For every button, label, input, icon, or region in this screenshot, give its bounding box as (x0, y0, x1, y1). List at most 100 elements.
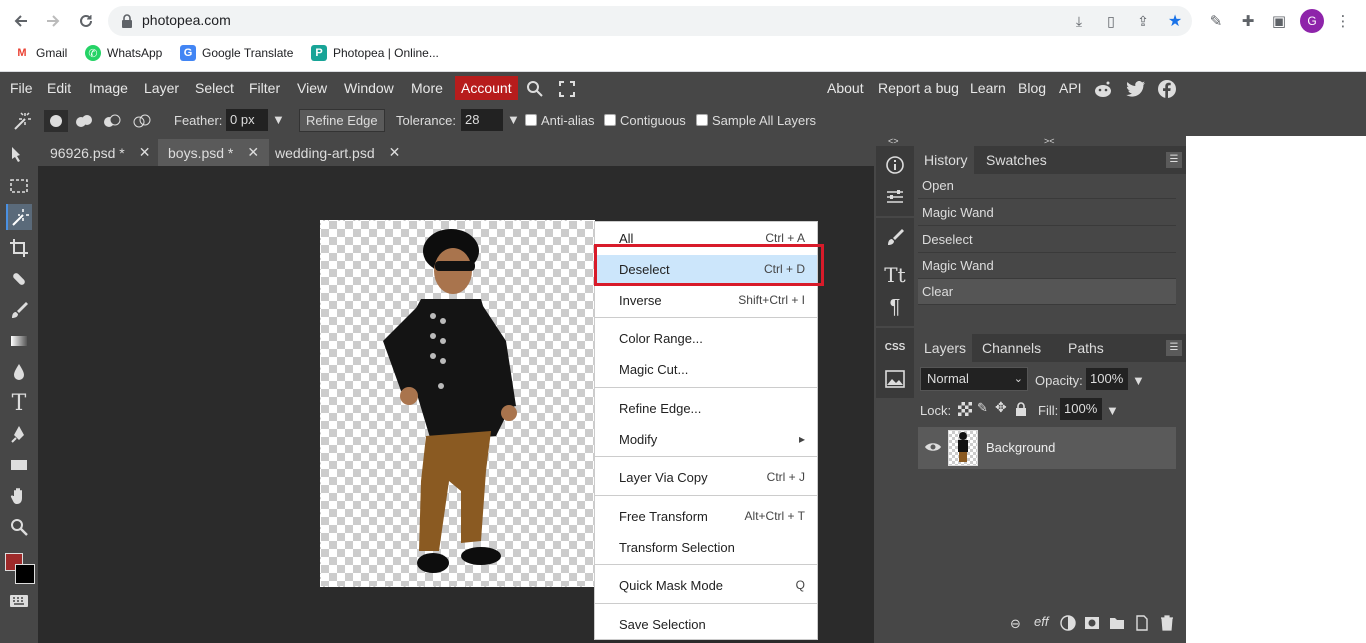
selection-subtract-icon[interactable] (100, 110, 124, 132)
gradient-tool-icon[interactable] (6, 328, 32, 354)
link-about[interactable]: About (827, 80, 864, 96)
brush-settings-icon[interactable] (876, 218, 914, 256)
blend-mode-select[interactable]: Normal ⌄ (920, 367, 1028, 391)
tolerance-input[interactable]: 28 (461, 109, 503, 131)
bookmark-gmail[interactable]: M Gmail (14, 44, 67, 62)
magic-wand-tool-icon[interactable] (6, 204, 32, 230)
menu-item-layer-via-copy[interactable]: Layer Via Copy Ctrl + J (595, 463, 817, 491)
sample-all-layers-checkbox[interactable] (696, 114, 708, 126)
tab-layers[interactable]: Layers (918, 334, 973, 362)
lock-all-icon[interactable] (1014, 401, 1028, 420)
new-layer-icon[interactable] (1134, 615, 1150, 634)
type-tool-icon[interactable]: T (6, 390, 32, 416)
address-bar[interactable]: photopea.com ⤓ ▯ ⇪ ★ (108, 6, 1192, 36)
bookmark-google-translate[interactable]: G Google Translate (180, 44, 293, 62)
menu-filter[interactable]: Filter (249, 80, 280, 96)
shape-tool-icon[interactable] (6, 452, 32, 478)
link-report-bug[interactable]: Report a bug (878, 80, 959, 96)
paragraph-icon[interactable]: ¶ (876, 288, 914, 326)
trash-icon[interactable] (1159, 615, 1175, 634)
bookmark-star-icon[interactable]: ★ (1166, 12, 1184, 30)
healing-tool-icon[interactable] (6, 266, 32, 292)
close-icon[interactable]: ✕ (389, 144, 401, 161)
history-entry[interactable]: Magic Wand (918, 253, 1176, 279)
opacity-dropdown-icon[interactable]: ▼ (1132, 373, 1145, 388)
sidepanel-icon[interactable]: ▣ (1268, 10, 1290, 32)
feather-dropdown-icon[interactable]: ▼ (272, 112, 285, 127)
profile-avatar[interactable]: G (1300, 9, 1324, 33)
close-icon[interactable]: ✕ (247, 144, 259, 161)
effects-icon[interactable]: eff (1034, 614, 1048, 629)
folder-icon[interactable] (1109, 616, 1125, 633)
collapse-arrows-icon[interactable]: >< (1044, 136, 1055, 146)
eyedropper-icon[interactable]: ✎ (1205, 10, 1227, 32)
collapse-arrows-icon[interactable]: <> (888, 136, 899, 146)
visibility-eye-icon[interactable] (924, 440, 942, 457)
menu-item-free-transform[interactable]: Free Transform Alt+Ctrl + T (595, 502, 817, 530)
history-entry[interactable]: Magic Wand (918, 200, 1176, 226)
anti-alias-checkbox[interactable] (525, 114, 537, 126)
menu-more[interactable]: More (411, 80, 443, 96)
image-icon[interactable] (876, 360, 914, 398)
hand-tool-icon[interactable] (6, 483, 32, 509)
selection-new-icon[interactable] (44, 110, 68, 132)
link-blog[interactable]: Blog (1018, 80, 1046, 96)
menu-item-magic-cut[interactable]: Magic Cut... (595, 355, 817, 383)
zoom-tool-icon[interactable] (6, 514, 32, 540)
extensions-puzzle-icon[interactable]: ✚ (1237, 10, 1259, 32)
install-icon[interactable]: ⤓ (1070, 12, 1088, 30)
forward-icon[interactable] (40, 8, 66, 34)
mask-icon[interactable] (1084, 616, 1100, 633)
link-api[interactable]: API (1059, 80, 1082, 96)
menu-file[interactable]: File (10, 80, 33, 96)
reload-icon[interactable] (73, 8, 99, 34)
history-entry[interactable]: Clear (918, 279, 1176, 305)
adjustment-layer-icon[interactable] (1060, 615, 1076, 634)
opacity-input[interactable]: 100% (1086, 368, 1128, 390)
history-entry[interactable]: Open (918, 173, 1176, 199)
keyboard-icon[interactable] (6, 592, 32, 610)
image-canvas[interactable] (320, 220, 595, 587)
lock-position-icon[interactable]: ✥ (995, 399, 1007, 416)
twitter-icon[interactable] (1125, 78, 1147, 100)
background-color-swatch[interactable] (15, 564, 35, 584)
menu-image[interactable]: Image (89, 80, 128, 96)
tolerance-dropdown-icon[interactable]: ▼ (507, 112, 520, 127)
layer-row-background[interactable]: Background (918, 427, 1176, 469)
fill-dropdown-icon[interactable]: ▼ (1106, 403, 1119, 418)
lock-transparency-icon[interactable] (958, 402, 972, 416)
pen-tool-icon[interactable] (6, 421, 32, 447)
panel-menu-icon[interactable]: ☰ (1166, 340, 1182, 356)
magic-wand-tool-icon[interactable] (9, 110, 33, 132)
menu-item-inverse[interactable]: Inverse Shift+Ctrl + I (595, 286, 817, 314)
tab-swatches[interactable]: Swatches (980, 146, 1053, 174)
adjustments-icon[interactable] (876, 178, 914, 216)
fill-input[interactable]: 100% (1060, 398, 1102, 420)
page-icon[interactable]: ▯ (1102, 12, 1120, 30)
doc-tab[interactable]: wedding-art.psd ✕ (265, 139, 410, 166)
menu-select[interactable]: Select (195, 80, 234, 96)
close-icon[interactable]: ✕ (139, 144, 151, 161)
menu-item-quick-mask[interactable]: Quick Mask Mode Q (595, 571, 817, 599)
doc-tab[interactable]: boys.psd * ✕ (158, 139, 270, 166)
menu-item-color-range[interactable]: Color Range... (595, 324, 817, 352)
link-learn[interactable]: Learn (970, 80, 1006, 96)
search-icon[interactable] (524, 78, 546, 100)
url-text[interactable]: photopea.com (142, 12, 231, 28)
menu-item-save-selection[interactable]: Save Selection (595, 610, 817, 638)
contiguous-checkbox[interactable] (604, 114, 616, 126)
reddit-icon[interactable] (1092, 78, 1114, 100)
fullscreen-icon[interactable] (556, 78, 578, 100)
crop-tool-icon[interactable] (6, 235, 32, 261)
menu-view[interactable]: View (297, 80, 327, 96)
selection-intersect-icon[interactable] (130, 110, 154, 132)
selection-add-icon[interactable] (72, 110, 96, 132)
refine-edge-button[interactable]: Refine Edge (299, 109, 385, 132)
bookmark-photopea[interactable]: P Photopea | Online... (311, 44, 439, 62)
back-icon[interactable] (8, 8, 34, 34)
menu-window[interactable]: Window (344, 80, 394, 96)
menu-item-modify[interactable]: Modify ▸ (595, 425, 817, 453)
brush-tool-icon[interactable] (6, 297, 32, 323)
history-entry[interactable]: Deselect (918, 227, 1176, 253)
tab-channels[interactable]: Channels (976, 334, 1047, 362)
